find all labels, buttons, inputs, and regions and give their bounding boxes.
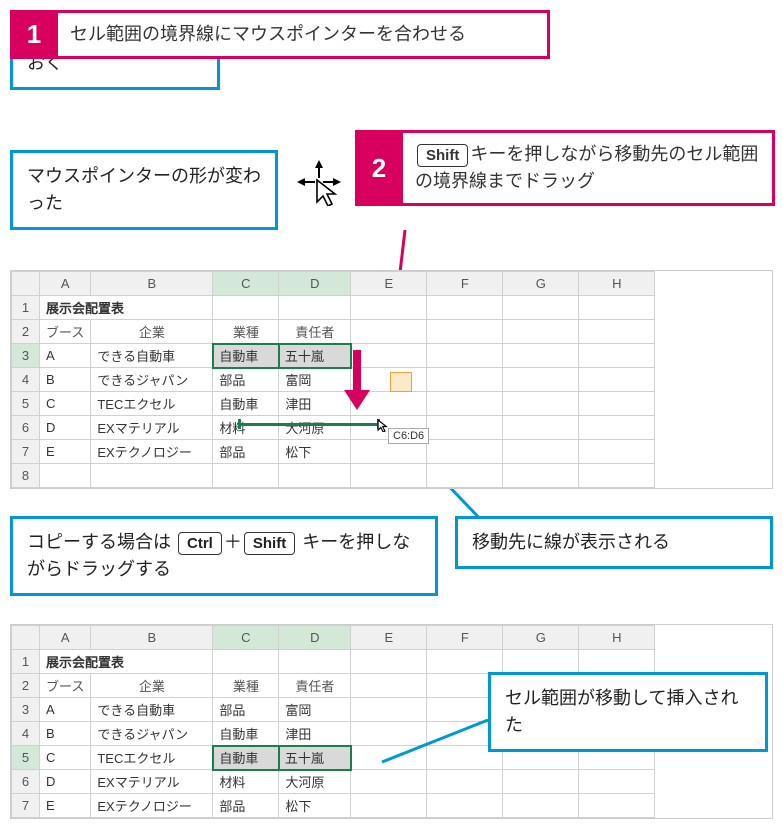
row-header[interactable]: 6: [12, 416, 40, 440]
table-row: 7 E EXテクノロジー 部品 松下: [12, 794, 655, 818]
title-cell[interactable]: 展示会配置表: [40, 296, 213, 320]
col-header-row: A B C D E F G H: [12, 626, 655, 650]
table-row: 4 B できるジャパン 部品 富岡: [12, 368, 655, 392]
callout-text: 移動先に線が表示される: [472, 532, 670, 552]
cell[interactable]: EXテクノロジー: [91, 440, 213, 464]
step-number: 2: [355, 130, 403, 206]
hdr-company[interactable]: 企業: [91, 320, 213, 344]
table-row: 3 A できる自動車 自動車 五十嵐: [12, 344, 655, 368]
plus: ＋: [224, 532, 242, 552]
title-cell[interactable]: 展示会配置表: [40, 650, 213, 674]
col-header-E[interactable]: E: [351, 626, 427, 650]
step-2-text: Shiftキーを押しながら移動先のセル範囲の境界線までドラッグ: [403, 130, 775, 206]
row-header[interactable]: 4: [12, 368, 40, 392]
cell[interactable]: 部品: [213, 368, 279, 392]
cell[interactable]: 津田: [279, 392, 351, 416]
step-number: 1: [10, 10, 58, 59]
col-header-D[interactable]: D: [279, 272, 351, 296]
shift-key: Shift: [417, 144, 468, 167]
col-header-A[interactable]: A: [40, 626, 91, 650]
table-row: 6 D EXマテリアル 材料 大河原: [12, 770, 655, 794]
table-row: 1 展示会配置表: [12, 650, 655, 674]
col-header-F[interactable]: F: [427, 626, 503, 650]
cell-selected[interactable]: 自動車: [213, 746, 279, 770]
cell[interactable]: 材料: [213, 416, 279, 440]
step-2: 2 Shiftキーを押しながら移動先のセル範囲の境界線までドラッグ: [355, 130, 775, 206]
row-header[interactable]: 8: [12, 464, 40, 488]
cell[interactable]: 部品: [213, 440, 279, 464]
col-header-B[interactable]: B: [91, 626, 213, 650]
cell[interactable]: D: [40, 416, 91, 440]
table-row: 1 展示会配置表: [12, 296, 655, 320]
cell[interactable]: 松下: [279, 440, 351, 464]
cell[interactable]: 富岡: [279, 368, 351, 392]
hdr-booth[interactable]: ブース: [40, 674, 91, 698]
cell-selected[interactable]: 五十嵐: [279, 746, 351, 770]
hdr-industry[interactable]: 業種: [213, 320, 279, 344]
cell[interactable]: 自動車: [213, 392, 279, 416]
corner-cell[interactable]: [12, 626, 40, 650]
step-1-text: セル範囲の境界線にマウスポインターを合わせる: [58, 10, 550, 59]
hdr-booth[interactable]: ブース: [40, 320, 91, 344]
table-row: 7 E EXテクノロジー 部品 松下: [12, 440, 655, 464]
col-header-B[interactable]: B: [91, 272, 213, 296]
col-header-G[interactable]: G: [503, 272, 579, 296]
col-header-C[interactable]: C: [213, 272, 279, 296]
col-header-G[interactable]: G: [503, 626, 579, 650]
callout-text: マウスポインターの形が変わった: [27, 166, 261, 213]
col-header-D[interactable]: D: [279, 626, 351, 650]
corner-cell[interactable]: [12, 272, 40, 296]
step-1: 1 セル範囲の境界線にマウスポインターを合わせる: [10, 10, 550, 59]
cell[interactable]: C: [40, 392, 91, 416]
callout-dest-line: 移動先に線が表示される: [455, 516, 773, 569]
cell[interactable]: できるジャパン: [91, 368, 213, 392]
callout-moved-inserted: セル範囲が移動して挿入された: [488, 672, 768, 752]
row-header[interactable]: 2: [12, 320, 40, 344]
col-header-C[interactable]: C: [213, 626, 279, 650]
col-header-H[interactable]: H: [579, 626, 655, 650]
callout-text: セル範囲が移動して挿入された: [505, 688, 738, 735]
row-header[interactable]: 3: [12, 344, 40, 368]
ctrl-key: Ctrl: [178, 532, 222, 555]
callout-pointer-changed: マウスポインターの形が変わった: [10, 150, 278, 230]
move-cursor-icon: [295, 158, 343, 209]
col-header-row: A B C D E F G H: [12, 272, 655, 296]
col-header-F[interactable]: F: [427, 272, 503, 296]
cell[interactable]: EXマテリアル: [91, 416, 213, 440]
row-header[interactable]: 5: [12, 392, 40, 416]
table-row: 8: [12, 464, 655, 488]
cell[interactable]: E: [40, 440, 91, 464]
copy-hint-pre: コピーする場合は: [27, 532, 171, 552]
row-header[interactable]: 7: [12, 440, 40, 464]
cell-selected[interactable]: 自動車: [213, 344, 279, 368]
drag-destination-line: [238, 423, 380, 426]
cell[interactable]: できる自動車: [91, 344, 213, 368]
hdr-owner[interactable]: 責任者: [279, 320, 351, 344]
paste-options-icon[interactable]: [390, 372, 412, 392]
shift-key: Shift: [244, 532, 295, 555]
col-header-A[interactable]: A: [40, 272, 91, 296]
col-header-E[interactable]: E: [351, 272, 427, 296]
cell[interactable]: TECエクセル: [91, 392, 213, 416]
table-row: 5 C TECエクセル 自動車 津田: [12, 392, 655, 416]
cell-selected[interactable]: 五十嵐: [279, 344, 351, 368]
drag-cursor-icon: [368, 410, 390, 435]
cell[interactable]: 大河原: [279, 416, 351, 440]
table-row: 2 ブース 企業 業種 責任者: [12, 320, 655, 344]
callout-copy-hint: コピーする場合は Ctrl＋Shift キーを押しながらドラッグする: [10, 516, 438, 596]
table-row: 6 D EXマテリアル 材料 大河原: [12, 416, 655, 440]
cell[interactable]: A: [40, 344, 91, 368]
drag-tooltip: C6:D6: [388, 428, 429, 444]
col-header-H[interactable]: H: [579, 272, 655, 296]
row-header[interactable]: 1: [12, 296, 40, 320]
cell[interactable]: B: [40, 368, 91, 392]
